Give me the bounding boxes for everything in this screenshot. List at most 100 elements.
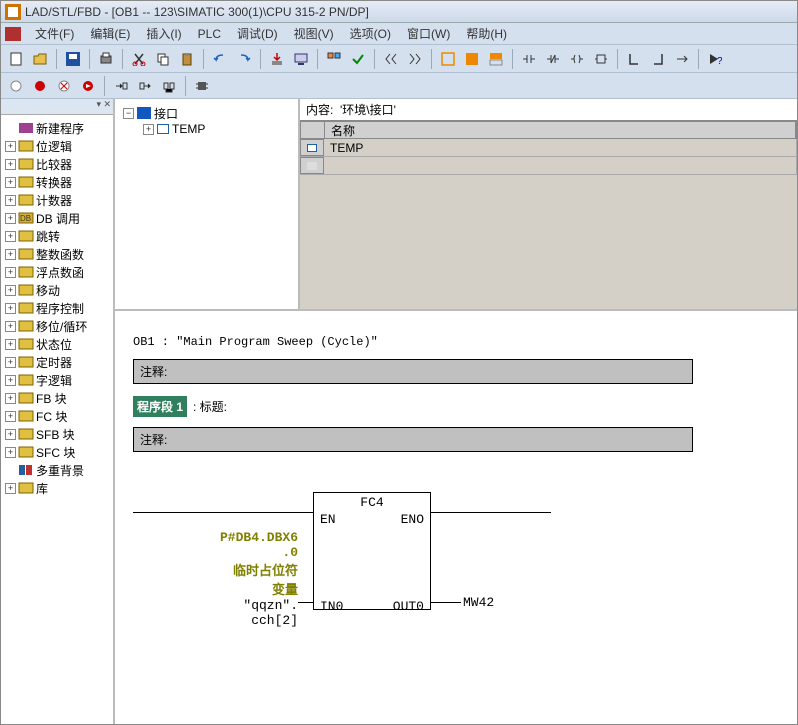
step-out-button[interactable]	[158, 75, 180, 97]
network-tag[interactable]: 程序段 1	[133, 396, 187, 417]
menu-options[interactable]: 选项(O)	[342, 23, 399, 44]
in0-val-2[interactable]: .0	[143, 545, 298, 560]
menu-plc[interactable]: PLC	[190, 25, 229, 43]
bp-red-button[interactable]	[29, 75, 51, 97]
tree-item[interactable]: +FC 块	[3, 407, 111, 425]
tree-item[interactable]: +跳转	[3, 227, 111, 245]
tree-item[interactable]: +定时器	[3, 353, 111, 371]
fbd-network[interactable]: FC4 EN ENO IN0 OUT0 P#DB4.DBX6 .0 临时占位符 …	[133, 472, 693, 652]
tree-item[interactable]: +程序控制	[3, 299, 111, 317]
view-a-button[interactable]	[437, 48, 459, 70]
tree-item[interactable]: +SFB 块	[3, 425, 111, 443]
tree-item[interactable]: +计数器	[3, 191, 111, 209]
network-comment[interactable]: 注释:	[133, 427, 693, 452]
in0-val-4[interactable]: 变量	[143, 579, 298, 598]
redo-button[interactable]	[233, 48, 255, 70]
copy-button[interactable]	[152, 48, 174, 70]
declaration-area: − 接口 + TEMP 内容: '环境\接口'	[115, 99, 797, 311]
fc4-block[interactable]: FC4 EN ENO IN0 OUT0	[313, 492, 431, 610]
connector-button[interactable]	[671, 48, 693, 70]
new-button[interactable]	[5, 48, 27, 70]
tree-item[interactable]: 新建程序	[3, 119, 111, 137]
iface-temp-label: TEMP	[172, 122, 205, 136]
contact-button[interactable]	[518, 48, 540, 70]
bp-white-button[interactable]	[5, 75, 27, 97]
step-button[interactable]	[110, 75, 132, 97]
print-button[interactable]	[95, 48, 117, 70]
download-button[interactable]	[266, 48, 288, 70]
paste-button[interactable]	[176, 48, 198, 70]
save-button[interactable]	[62, 48, 84, 70]
cut-button[interactable]	[128, 48, 150, 70]
step-into-button[interactable]	[134, 75, 156, 97]
check-button[interactable]	[347, 48, 369, 70]
tree-item[interactable]: +字逻辑	[3, 371, 111, 389]
tree-item[interactable]: +比较器	[3, 155, 111, 173]
menu-file[interactable]: 文件(F)	[27, 23, 82, 44]
goto-next-button[interactable]	[404, 48, 426, 70]
dropdown-icon[interactable]: ▾ ✕	[96, 99, 111, 114]
view-c-button[interactable]	[485, 48, 507, 70]
tree-item[interactable]: +库	[3, 479, 111, 497]
view-b-button[interactable]	[461, 48, 483, 70]
tree-item[interactable]: +移位/循环	[3, 317, 111, 335]
menu-edit[interactable]: 编辑(E)	[82, 23, 138, 44]
tree-item[interactable]: +状态位	[3, 335, 111, 353]
in0-val-3[interactable]: 临时占位符	[143, 560, 298, 579]
grid-row[interactable]	[300, 157, 797, 175]
coil-button[interactable]	[566, 48, 588, 70]
tree-item[interactable]: +转换器	[3, 173, 111, 191]
code-editor[interactable]: OB1 : "Main Program Sweep (Cycle)" 注释: 程…	[115, 311, 797, 724]
branch-open-button[interactable]	[623, 48, 645, 70]
bp-go-button[interactable]	[77, 75, 99, 97]
system-icon[interactable]	[5, 27, 21, 41]
grid-row[interactable]: TEMP	[300, 139, 797, 157]
tree-item[interactable]: +SFC 块	[3, 443, 111, 461]
tree-item[interactable]: +FB 块	[3, 389, 111, 407]
tree-item[interactable]: +浮点数函	[3, 263, 111, 281]
contact-neg-button[interactable]	[542, 48, 564, 70]
row-icon	[307, 162, 317, 170]
cpu-button[interactable]	[191, 75, 213, 97]
tree-item[interactable]: 多重背景	[3, 461, 111, 479]
tree-item[interactable]: +DBDB 调用	[3, 209, 111, 227]
box-button[interactable]	[590, 48, 612, 70]
menu-window[interactable]: 窗口(W)	[399, 23, 458, 44]
pin-eno: ENO	[401, 512, 424, 527]
window-title: LAD/STL/FBD - [OB1 -- 123\SIMATIC 300(1)…	[25, 5, 369, 19]
tree-item[interactable]: +位逻辑	[3, 137, 111, 155]
goto-prev-button[interactable]	[380, 48, 402, 70]
menu-view[interactable]: 视图(V)	[286, 23, 342, 44]
svg-text:?: ?	[717, 56, 722, 66]
ob-title: OB1 : "Main Program Sweep (Cycle)"	[133, 335, 779, 349]
menu-help[interactable]: 帮助(H)	[458, 23, 515, 44]
iface-temp[interactable]: + TEMP	[121, 121, 292, 137]
pin-en: EN	[320, 512, 336, 527]
help-button[interactable]: ?	[704, 48, 726, 70]
open-button[interactable]	[29, 48, 51, 70]
main-area: ▾ ✕ 新建程序 +位逻辑 +比较器 +转换器 +计数器 +DBDB 调用 +跳…	[1, 99, 797, 724]
sidebar-head: ▾ ✕	[1, 99, 113, 115]
branch-close-button[interactable]	[647, 48, 669, 70]
iface-root[interactable]: − 接口	[121, 105, 292, 121]
toolbar-1: ?	[1, 45, 797, 73]
monitor-button[interactable]	[290, 48, 312, 70]
interface-tree-pane[interactable]: − 接口 + TEMP	[115, 99, 300, 309]
block-view-button[interactable]	[323, 48, 345, 70]
out0-value[interactable]: MW42	[463, 595, 494, 610]
tree-item[interactable]: +整数函数	[3, 245, 111, 263]
bp-cross-button[interactable]	[53, 75, 75, 97]
svg-text:DB: DB	[20, 214, 31, 223]
grid-body[interactable]: TEMP	[300, 139, 797, 309]
block-comment[interactable]: 注释:	[133, 359, 693, 384]
in0-val-6[interactable]: cch[2]	[143, 613, 298, 628]
menu-debug[interactable]: 调试(D)	[229, 23, 286, 44]
content-area: − 接口 + TEMP 内容: '环境\接口'	[115, 99, 797, 724]
menu-insert[interactable]: 插入(I)	[138, 23, 189, 44]
in0-val-1[interactable]: P#DB4.DBX6	[143, 530, 298, 545]
catalog-tree[interactable]: 新建程序 +位逻辑 +比较器 +转换器 +计数器 +DBDB 调用 +跳转 +整…	[1, 115, 113, 724]
undo-button[interactable]	[209, 48, 231, 70]
in0-val-5[interactable]: "qqzn".	[143, 598, 298, 613]
tree-item[interactable]: +移动	[3, 281, 111, 299]
col-name[interactable]: 名称	[325, 122, 796, 138]
